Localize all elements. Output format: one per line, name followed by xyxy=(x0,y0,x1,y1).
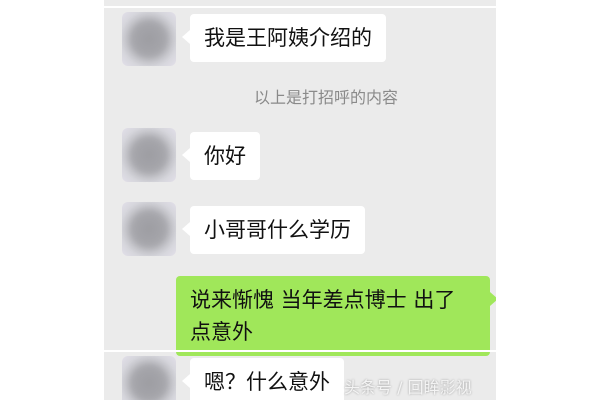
message-bubble-received[interactable]: 嗯？什么意外 xyxy=(182,358,344,400)
message-bubble-sent[interactable]: 说来惭愧 当年差点博士 出了点意外 xyxy=(176,276,496,356)
contact-avatar[interactable] xyxy=(122,356,176,400)
contact-avatar[interactable] xyxy=(122,12,176,66)
watermark-text: 头条号 / 回眸影视 xyxy=(344,378,472,397)
message-bubble-received[interactable]: 小哥哥什么学历 xyxy=(182,206,365,254)
message-bubble-received[interactable]: 我是王阿姨介绍的 xyxy=(182,14,386,62)
message-bubble-received[interactable]: 你好 xyxy=(182,132,260,180)
divider xyxy=(104,6,496,8)
system-notice: 以上是打招呼的内容 xyxy=(254,88,399,107)
divider xyxy=(104,350,496,352)
chat-window: 我是王阿姨介绍的 以上是打招呼的内容 你好 小哥哥什么学历 说来惭愧 当年差点博… xyxy=(104,0,496,400)
contact-avatar[interactable] xyxy=(122,128,176,182)
contact-avatar[interactable] xyxy=(122,202,176,256)
